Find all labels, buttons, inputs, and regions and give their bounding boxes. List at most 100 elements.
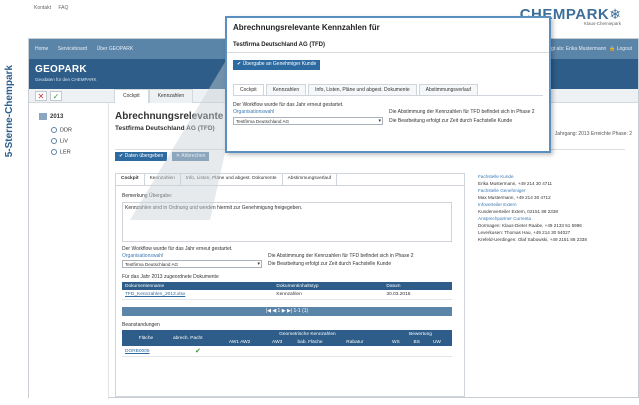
- main-tabs: Cockpit Kennzahlen: [114, 89, 194, 103]
- zoom-title: Abrechnungsrelevante Kennzahlen für: [233, 23, 380, 32]
- col-bs[interactable]: BS: [410, 338, 430, 346]
- cell-empty: [388, 346, 411, 357]
- col-doctype[interactable]: Dokumentinhaltstyp: [273, 282, 384, 290]
- col-aw12[interactable]: AW1 AW2: [225, 338, 270, 346]
- cell-empty: [379, 346, 389, 357]
- contacts-column: Fachstelle Kunde Erika Mustermann, +49 21…: [478, 173, 638, 243]
- calendar-icon: [39, 113, 47, 120]
- nav-serviceboard[interactable]: Serviceboard: [58, 46, 87, 52]
- docs-caption: Für das Jahr 2013 zugeordnete Dokumente: [122, 274, 219, 280]
- cell-empty: [429, 346, 452, 357]
- year-phase-info: Jahrgang: 2013 Erreichte Phase: 2: [554, 131, 632, 137]
- status-processor: Die Bearbeitung erfolgt zur Zeit durch F…: [268, 261, 392, 267]
- zoom-handover-label: Übergabe an Genehmiger Kunde: [242, 61, 317, 67]
- col-uw[interactable]: UW: [429, 338, 452, 346]
- panel-tab-kennzahlen[interactable]: Kennzahlen: [145, 174, 181, 185]
- col-bab[interactable]: bab. Fläche: [294, 338, 344, 346]
- table-header-row: Fläche abrech. Pacht Geometrische Kennza…: [122, 330, 452, 346]
- org-select[interactable]: Testfirma Deutschland AG ▾: [122, 260, 262, 268]
- zoom-tab-kennzahlen[interactable]: Kennzahlen: [265, 84, 307, 95]
- radio-icon: [51, 138, 57, 144]
- contact-value: Max Mustermann, +49 214 30 4712: [478, 195, 551, 200]
- workflow-restart-text: Der Workflow wurde für das Jahr erneut g…: [122, 246, 233, 252]
- table-header-row: Dokumentenname Dokumentinhaltstyp Datum: [122, 282, 452, 290]
- sidebar-item-ddr[interactable]: DDR: [51, 127, 72, 133]
- zoom-restart-text: Der Workflow wurde für das Jahr erneut g…: [233, 102, 344, 108]
- submit-label: Daten übergeben: [124, 153, 164, 159]
- radio-icon: [51, 127, 57, 133]
- doc-link[interactable]: TFD_Kennzahlen_2013.xlsx: [122, 290, 274, 300]
- contact-2: Fachstelle Genehmiger Max Mustermann, +49…: [478, 187, 638, 201]
- close-icon[interactable]: ✕: [35, 91, 47, 101]
- contact-1: Fachstelle Kunde Erika Mustermann, +49 21…: [478, 173, 638, 187]
- check-icon[interactable]: ✓: [50, 91, 62, 101]
- contact-value: Dormagen: Klaus-Dieter Raabe, +49 2133 5…: [478, 223, 582, 228]
- col-ws[interactable]: WS: [388, 338, 411, 346]
- contact-role: Infoverteiler Extern: [478, 202, 517, 207]
- flaeche-link[interactable]: DORB0005: [122, 346, 170, 357]
- contact-role: Fachstelle Kunde: [478, 174, 514, 179]
- screenshot-stage: Kontakt FAQ CHEMPARK❄ Klaus-Chemiepark 5…: [0, 0, 639, 405]
- radio-icon: [51, 149, 57, 155]
- col-docname[interactable]: Dokumentenname: [122, 282, 274, 290]
- side-label: 5-Sterne-Chempark: [4, 65, 15, 158]
- top-link-faq[interactable]: FAQ: [58, 5, 68, 11]
- nav-about[interactable]: Über GEOPARK: [97, 46, 134, 52]
- zoom-handover-button[interactable]: ✔ Übergabe an Genehmiger Kunde: [233, 60, 321, 70]
- status-phase: Die Abstimmung der Kennzahlen für TFD be…: [268, 253, 414, 259]
- table-row: TFD_Kennzahlen_2013.xlsx Kennzahlen 30.0…: [122, 290, 452, 300]
- remark-textarea[interactable]: Kennzahlen sind in Ordnung und werden hi…: [122, 202, 452, 242]
- cell-empty: [410, 346, 430, 357]
- zoom-org-select[interactable]: Testfirma Deutschland AG ▾: [233, 117, 383, 125]
- col-aw3[interactable]: AW3: [269, 338, 295, 346]
- col-flaeche[interactable]: Fläche: [122, 330, 170, 346]
- cancel-button[interactable]: ✕ Abbrechen: [171, 152, 210, 161]
- panel-tab-cockpit[interactable]: Cockpit: [116, 174, 145, 185]
- doc-date: 30.03.2016: [383, 290, 452, 300]
- doc-type: Kennzahlen: [273, 290, 384, 300]
- sidebar: 2013 DDR LiV LER: [29, 103, 109, 399]
- zoom-tab-cockpit[interactable]: Cockpit: [233, 84, 264, 95]
- app-title: GEOPARK: [35, 64, 87, 75]
- contact-5: Leverkusen: Thomas Hau, +49 214 30 54027: [478, 230, 571, 235]
- documents-table: Dokumentenname Dokumentinhaltstyp Datum …: [122, 282, 452, 300]
- sidebar-item-ler[interactable]: LER: [51, 149, 71, 155]
- contact-value: Kundenverteiler Extern, 02151 88 2338: [478, 209, 558, 214]
- objections-table: Fläche abrech. Pacht Geometrische Kennza…: [122, 330, 452, 357]
- remark-label: Bemerkung Übergabe:: [122, 193, 173, 199]
- cell-empty: [225, 346, 270, 357]
- org-label: Organisationswahl: [122, 253, 164, 259]
- panel-tab-info[interactable]: Info, Listen, Pläne und abgest. Dokument…: [181, 174, 283, 185]
- group-eval: Bewertung: [388, 330, 452, 338]
- tab-kennzahlen[interactable]: Kennzahlen: [148, 89, 194, 103]
- col-blank: [379, 338, 389, 346]
- contact-role: Fachstelle Genehmiger: [478, 188, 526, 193]
- sidebar-item-label: DDR: [60, 127, 72, 134]
- cockpit-panel: Cockpit Kennzahlen Info, Listen, Pläne und…: [115, 173, 465, 397]
- cancel-label: Abbrechen: [181, 153, 206, 159]
- zoom-tab-info[interactable]: Info, Listen, Pläne und abgest. Dokument…: [308, 84, 417, 95]
- zoom-tab-history[interactable]: Abstimmungsverlauf: [418, 84, 478, 95]
- submit-data-button[interactable]: ✔ Daten übergeben: [115, 152, 168, 161]
- zoom-org-value: Testfirma Deutschland AG: [236, 119, 290, 124]
- col-pacht[interactable]: abrech. Pacht: [169, 330, 226, 346]
- zoom-divider: [227, 52, 549, 53]
- panel-tab-history[interactable]: Abstimmungsverlauf: [283, 174, 338, 185]
- top-link-contact[interactable]: Kontakt: [34, 5, 51, 11]
- sidebar-year[interactable]: 2013: [39, 113, 63, 120]
- sidebar-item-label: LiV: [60, 138, 68, 145]
- docs-pager[interactable]: |◀ ◀ 1 ▶ ▶| 1-1 (1): [122, 307, 452, 316]
- zoom-body: Der Workflow wurde für das Jahr erneut g…: [227, 96, 549, 151]
- zoom-status-processor: Die Bearbeitung erfolgt zur Zeit durch F…: [389, 118, 513, 124]
- chevron-down-icon: ▾: [378, 118, 381, 124]
- col-date[interactable]: Datum: [383, 282, 452, 290]
- cell-empty: [343, 346, 380, 357]
- lock-icon: 🔒: [609, 46, 616, 52]
- sidebar-item-liv[interactable]: LiV: [51, 138, 68, 144]
- col-rabatur[interactable]: Rabatur: [343, 338, 380, 346]
- sidebar-year-label: 2013: [50, 114, 64, 121]
- tab-cockpit[interactable]: Cockpit: [114, 89, 149, 103]
- nav-home[interactable]: Home: [35, 46, 48, 52]
- contact-6: Krefeld-Uerdingen: Olaf Sabowski, +49 21…: [478, 237, 587, 242]
- logout-link[interactable]: Logout: [617, 46, 632, 52]
